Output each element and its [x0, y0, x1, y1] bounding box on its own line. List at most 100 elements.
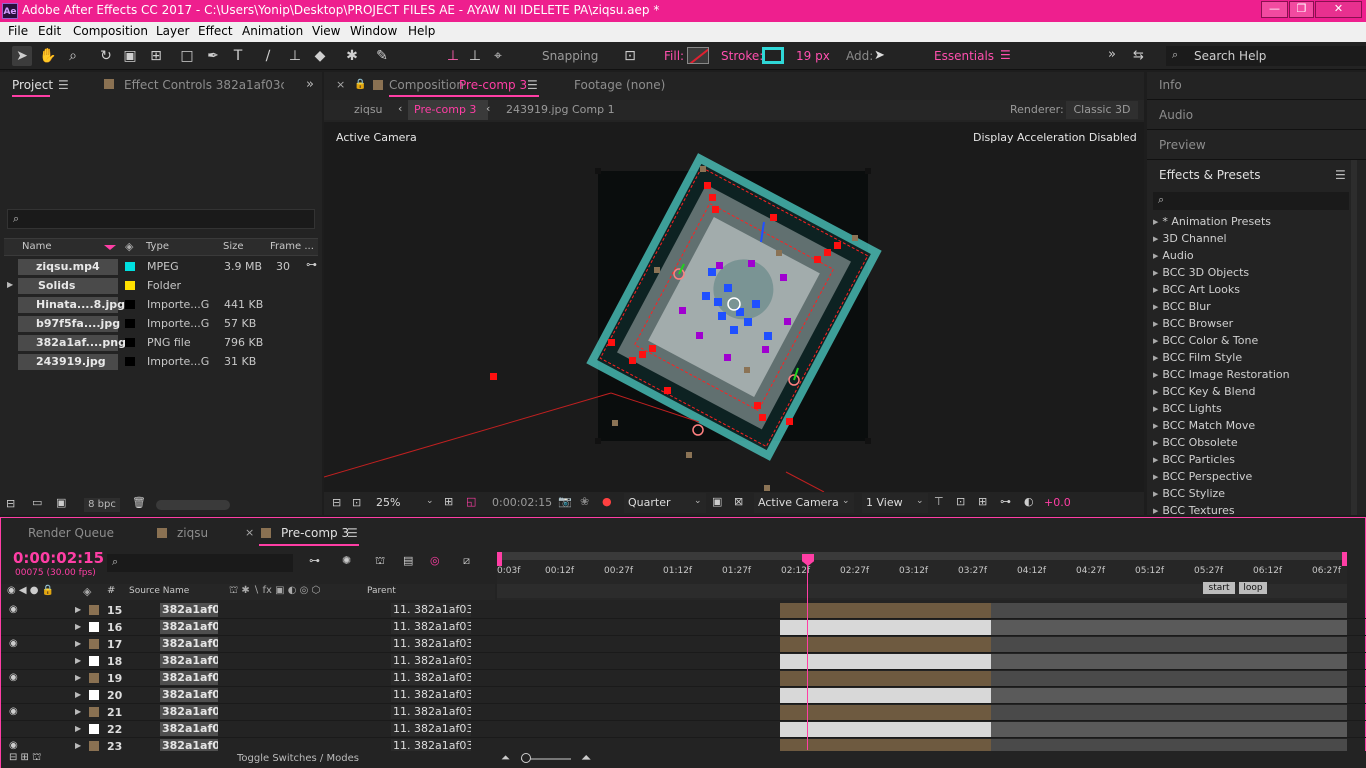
view-axis-icon[interactable]: ⌖ [488, 46, 508, 66]
label-swatch[interactable] [89, 656, 99, 666]
table-row[interactable]: ◉▶ 21 382a1af03c 11. 382a1af03 [1, 704, 1366, 721]
label-swatch[interactable] [89, 690, 99, 700]
footer-toggles-icon[interactable]: ⊟ ⊞ ⛫ [9, 752, 41, 765]
effects-presets-tab[interactable]: Effects & Presets [1159, 168, 1260, 182]
always-preview-icon[interactable]: ⊟ [332, 496, 341, 509]
zoom-tool-icon[interactable]: ⌕ [63, 46, 83, 66]
preview-panel-tab[interactable]: Preview [1159, 138, 1206, 152]
layer-bar[interactable] [780, 654, 991, 669]
col-name[interactable]: Name [22, 241, 52, 252]
graph-editor-icon[interactable]: ⧄ [463, 554, 470, 568]
new-comp-icon[interactable]: ▣ [56, 496, 66, 509]
layer-bar[interactable] [780, 671, 991, 686]
motion-blur-icon[interactable]: ◎ [430, 554, 440, 567]
menu-layer[interactable]: Layer [156, 24, 189, 38]
project-item[interactable]: 243919.jpg Importe...G 31 KB [4, 352, 303, 370]
effect-category[interactable]: BCC Obsolete [1153, 436, 1237, 449]
col-source-name[interactable]: Source Name [129, 586, 189, 596]
composition-viewer[interactable]: Active Camera Display Acceleration Disab… [324, 122, 1144, 492]
camera-tool-icon[interactable]: ▣ [120, 46, 140, 66]
flowchart-icon[interactable]: ⊶ [306, 258, 317, 271]
hand-tool-icon[interactable]: ✋ [38, 46, 58, 66]
bpc-button[interactable]: 8 bpc [84, 498, 120, 512]
label-swatch[interactable] [89, 724, 99, 734]
layer-bar[interactable] [780, 620, 991, 635]
col-parent[interactable]: Parent [367, 586, 396, 596]
effect-category[interactable]: 3D Channel [1153, 232, 1226, 245]
menu-composition[interactable]: Composition [73, 24, 148, 38]
effect-category[interactable]: BCC Textures [1153, 504, 1234, 515]
table-row[interactable]: ◉▶ 23 382a1af03c 11. 382a1af03 [1, 738, 1366, 752]
audio-panel-tab[interactable]: Audio [1159, 108, 1193, 122]
renderer-button[interactable]: Classic 3D [1066, 101, 1138, 119]
layer-bar[interactable] [780, 688, 991, 703]
tab-ziqsu[interactable]: ziqsu [177, 526, 208, 540]
layer-bar[interactable] [780, 722, 991, 737]
col-type[interactable]: Type [146, 241, 169, 252]
rectangle-tool-icon[interactable]: □ [177, 46, 197, 66]
effect-category[interactable]: BCC Art Looks [1153, 283, 1240, 296]
table-row[interactable]: ▶ 18 382a1af03c 11. 382a1af03 [1, 653, 1366, 670]
layer-bar[interactable] [780, 637, 991, 652]
project-item[interactable]: ▶ Solids Folder [4, 276, 303, 294]
minimize-button[interactable]: — [1261, 1, 1288, 18]
close-tab-icon[interactable]: × [336, 78, 345, 91]
tab-render-queue[interactable]: Render Queue [28, 526, 114, 540]
label-swatch[interactable] [89, 622, 99, 632]
effect-category[interactable]: BCC Color & Tone [1153, 334, 1258, 347]
project-menu-icon[interactable]: ☰ [58, 78, 69, 92]
effect-category[interactable]: Audio [1153, 249, 1193, 262]
expand-triangle-icon[interactable]: ▶ [75, 724, 81, 733]
fit-icon[interactable]: ⊞ [444, 495, 453, 508]
eye-icon[interactable]: ◉ [9, 638, 18, 649]
color-channel-icon[interactable]: ● [602, 495, 612, 508]
pixel-aspect-icon[interactable]: ⊤ [934, 495, 944, 508]
effect-category[interactable]: BCC Image Restoration [1153, 368, 1289, 381]
eraser-tool-icon[interactable]: ◆ [310, 46, 330, 66]
project-search-input[interactable]: ⌕ [7, 209, 315, 229]
trash-icon[interactable]: 🗑 [132, 496, 146, 509]
marker-start[interactable]: start [1203, 582, 1235, 594]
effect-category[interactable]: BCC Browser [1153, 317, 1233, 330]
more-workspaces-icon[interactable]: » [1108, 47, 1116, 62]
breadcrumb-precomp[interactable]: Pre-comp 3 [414, 103, 476, 116]
info-panel-tab[interactable]: Info [1159, 78, 1182, 92]
label-swatch[interactable] [89, 673, 99, 683]
project-item[interactable]: b97f5fa....jpg Importe...G 57 KB [4, 314, 303, 332]
table-row[interactable]: ▶ 20 382a1af03c 11. 382a1af03 [1, 687, 1366, 704]
selection-tool-icon[interactable]: ➤ [12, 46, 32, 66]
label-swatch[interactable] [89, 707, 99, 717]
table-row[interactable]: ▶ 16 382a1af03c 11. 382a1af03 [1, 619, 1366, 636]
close-tab-icon[interactable]: × [245, 526, 254, 539]
effects-menu-icon[interactable]: ☰ [1335, 168, 1346, 182]
label-swatch[interactable] [89, 741, 99, 751]
workspace-label[interactable]: Essentials [934, 49, 994, 63]
sync-icon[interactable]: ⇆ [1133, 48, 1144, 63]
zoom-slider-thumb[interactable] [521, 753, 531, 763]
tab-effect-controls[interactable]: Effect Controls 382a1af03c622( [124, 78, 284, 92]
zoom-dropdown[interactable]: 25% [376, 496, 400, 509]
col-frame[interactable]: Frame ... [270, 241, 314, 252]
expand-triangle-icon[interactable]: ▶ [75, 656, 81, 665]
clone-stamp-tool-icon[interactable]: ⊥ [285, 46, 305, 66]
lock-icon[interactable]: 🔒 [354, 79, 366, 90]
tab-footage[interactable]: Footage (none) [574, 78, 665, 92]
toggle-mask-icon[interactable]: ◱ [466, 495, 476, 508]
fill-swatch[interactable] [687, 47, 709, 64]
project-item[interactable]: ziqsu.mp4 MPEG 3.9 MB 30 ⊶ [4, 257, 317, 275]
project-item[interactable]: 382a1af....png PNG file 796 KB [4, 333, 303, 351]
effect-category[interactable]: BCC 3D Objects [1153, 266, 1249, 279]
zoom-out-icon[interactable]: ⏶ [501, 751, 510, 765]
transparency-grid-icon[interactable]: ⊠ [734, 495, 743, 508]
close-button[interactable]: ✕ [1315, 1, 1362, 18]
tab-composition-name[interactable]: Pre-comp 3 [459, 78, 527, 92]
expand-triangle-icon[interactable]: ▶ [75, 605, 81, 614]
marker-loop[interactable]: loop [1239, 582, 1267, 594]
menu-animation[interactable]: Animation [242, 24, 303, 38]
brush-tool-icon[interactable]: ∕ [258, 46, 278, 66]
label-swatch[interactable] [89, 605, 99, 615]
eye-icon[interactable]: ◉ [9, 604, 18, 615]
maximize-button[interactable]: ❐ [1289, 1, 1314, 18]
menu-window[interactable]: Window [350, 24, 397, 38]
time-ruler[interactable]: 0:03f 00:12f 00:27f 01:12f 01:27f 02:12f… [497, 552, 1347, 600]
